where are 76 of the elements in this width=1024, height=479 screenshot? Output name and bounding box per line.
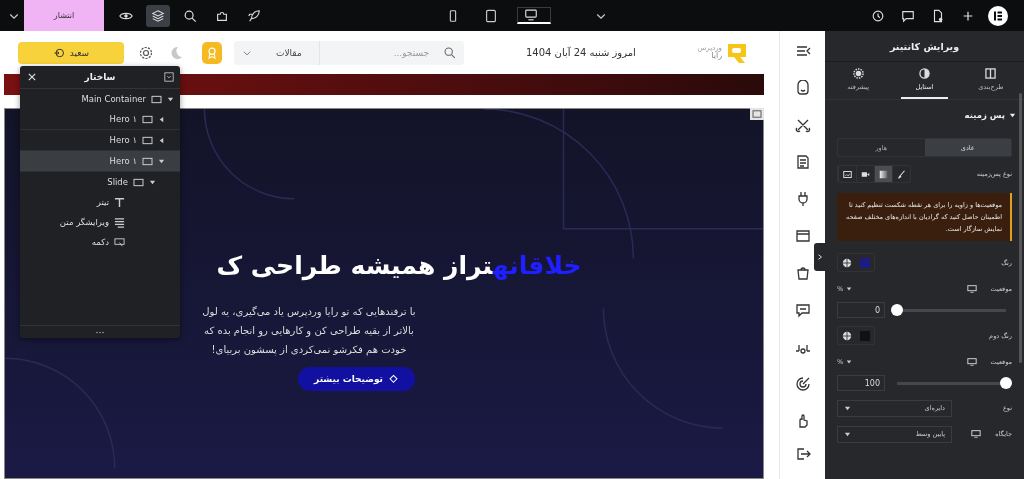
caret-down-icon: [844, 404, 851, 412]
section-header[interactable]: پس زمینه: [837, 110, 1016, 120]
target-icon[interactable]: [794, 376, 811, 392]
container-handle-icon[interactable]: [750, 108, 764, 120]
caret-left-icon[interactable]: [158, 115, 165, 123]
close-icon[interactable]: [28, 73, 36, 81]
button-widget-icon: [114, 236, 125, 248]
category-dropdown[interactable]: مقالات: [234, 40, 320, 65]
caret-down-icon[interactable]: [167, 95, 174, 103]
gradient-icon: [879, 169, 888, 179]
navigator-item[interactable]: Slide: [20, 172, 180, 192]
window-icon[interactable]: [794, 228, 811, 244]
container-icon: [142, 156, 153, 166]
navigator-item[interactable]: تیتر: [20, 192, 180, 212]
color-picker[interactable]: [837, 326, 875, 345]
navigator-item[interactable]: Hero ۱: [20, 151, 180, 172]
columns-icon: [985, 68, 997, 79]
desktop-icon[interactable]: [971, 429, 982, 439]
caret-down-icon[interactable]: [158, 157, 165, 165]
heading-icon: [114, 196, 125, 208]
navigator-item[interactable]: Main Container: [20, 89, 180, 109]
hero-paragraph: با ترفندهایی که تو رایا وردپرس یاد می‌گیری، یه لول بالاتر از بقیه طراحی کن و کارهایی رو انجام بده که خودت هم فکرشو نمی‌کردی از پسشون بربیای!: [201, 305, 417, 358]
login-button[interactable]: سعید: [18, 41, 124, 64]
collapse-panel-handle[interactable]: [814, 243, 825, 271]
smile-icon[interactable]: [794, 80, 811, 96]
number-field[interactable]: 0: [837, 302, 885, 318]
navigator-item[interactable]: دکمه: [20, 232, 180, 252]
globe-icon[interactable]: [842, 257, 852, 268]
settings-icon[interactable]: [138, 44, 154, 61]
login-icon: [52, 46, 65, 59]
date-text: امروز شنبه 24 آبان 1404: [525, 47, 636, 58]
number-field[interactable]: 100: [837, 375, 885, 391]
more-icon[interactable]: [95, 330, 105, 334]
more-info-button[interactable]: توضیحات بیشتر: [298, 367, 415, 391]
elementor-logo-icon[interactable]: [986, 4, 1010, 27]
caret-icon: [1009, 111, 1016, 119]
caret-down-icon: [846, 359, 853, 365]
caret-down-icon: [846, 286, 853, 292]
background-type-selector[interactable]: [837, 165, 911, 183]
caret-down-icon: [844, 430, 851, 438]
caret-down-icon[interactable]: [149, 178, 156, 186]
caret-left-icon[interactable]: [158, 136, 165, 144]
document-icon[interactable]: [794, 154, 811, 170]
brush-icon: [897, 169, 906, 179]
contrast-icon: [919, 68, 930, 79]
image-icon: [843, 169, 852, 179]
hero-heading: خلاقانهتراز همیشه طراحی ک: [216, 251, 582, 280]
slider-thumb[interactable]: [891, 303, 903, 316]
container-icon: [133, 177, 144, 187]
color-picker[interactable]: [837, 253, 875, 272]
text-lines-icon: [114, 216, 125, 228]
globe-icon[interactable]: [842, 330, 852, 341]
settings-icon: [852, 68, 864, 79]
navigator-item[interactable]: Hero ۱: [20, 109, 180, 130]
navigator-item[interactable]: ویرایشگر متن: [20, 212, 180, 232]
video-icon: [861, 169, 870, 179]
container-icon: [142, 114, 153, 124]
search-field[interactable]: جستجو...: [320, 46, 435, 59]
publish-button[interactable]: انتشار: [24, 0, 104, 31]
layers-icon[interactable]: [146, 4, 170, 27]
chat-icon[interactable]: [794, 302, 811, 318]
container-icon: [142, 135, 153, 145]
navigator-title: ساختار: [84, 72, 116, 82]
diamond-icon: [387, 373, 399, 385]
bag-icon[interactable]: [794, 265, 811, 281]
slider-thumb[interactable]: [1000, 376, 1012, 389]
container-icon: [151, 94, 162, 104]
exit-icon[interactable]: [794, 446, 811, 462]
scissors-icon[interactable]: [794, 117, 811, 133]
gradient-background-icon[interactable]: [874, 166, 892, 182]
desktop-view-icon[interactable]: [517, 7, 551, 24]
panel-title: ویرایش کانتینر: [825, 31, 1024, 62]
desktop-icon[interactable]: [966, 357, 977, 367]
desktop-icon[interactable]: [966, 284, 977, 294]
menu-icon[interactable]: [794, 43, 811, 59]
collapse-icon[interactable]: [164, 72, 174, 82]
